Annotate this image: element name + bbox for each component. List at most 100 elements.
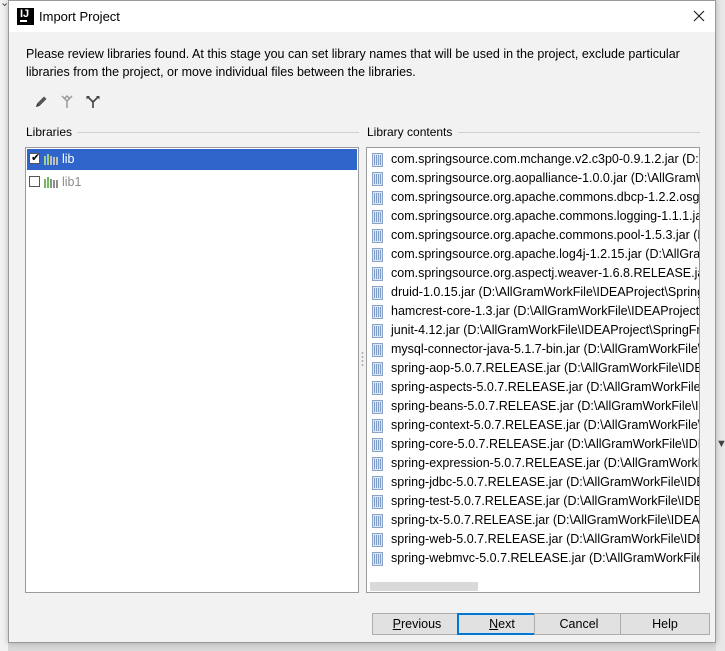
library-item-lib[interactable]: ✔ lib [27,149,357,170]
jar-item[interactable]: com.springsource.org.apache.commons.pool… [371,227,699,246]
jar-item[interactable]: com.springsource.com.mchange.v2.c3p0-0.9… [371,151,699,170]
close-icon [693,10,705,22]
jar-name: mysql-connector-java-5.1.7-bin.jar (D:\A… [391,342,699,356]
library-contents-label: Library contents [367,125,453,139]
title-bar: IJ Import Project [9,1,715,32]
jar-item[interactable]: spring-expression-5.0.7.RELEASE.jar (D:\… [371,455,699,474]
libraries-separator [77,132,359,133]
background-dropdown-icon: ▼ [716,438,725,450]
jar-name: com.springsource.org.aspectj.weaver-1.6.… [391,266,700,280]
previous-label-rest: revious [401,617,442,631]
library-item-lib1[interactable]: lib1 [27,172,357,193]
libraries-label: Libraries [26,125,73,139]
jar-name: spring-expression-5.0.7.RELEASE.jar (D:\… [391,456,699,470]
jar-file-icon [372,153,383,167]
jar-file-icon [372,267,383,281]
jar-name: com.springsource.org.apache.commons.dbcp… [391,190,700,204]
jar-item[interactable]: com.springsource.org.apache.log4j-1.2.15… [371,246,700,265]
jar-file-icon [372,362,383,376]
jar-item[interactable]: spring-aop-5.0.7.RELEASE.jar (D:\AllGram… [371,360,700,379]
jar-item[interactable]: spring-test-5.0.7.RELEASE.jar (D:\AllGra… [371,493,699,512]
jar-name: spring-beans-5.0.7.RELEASE.jar (D:\AllGr… [391,399,699,413]
library-icon [44,177,58,188]
horizontal-scrollbar[interactable] [370,582,478,591]
jar-file-icon [372,400,383,414]
jar-name: com.springsource.org.aopalliance-1.0.0.j… [391,171,699,185]
jar-name: junit-4.12.jar (D:\AllGramWorkFile\IDEAP… [391,323,699,337]
jar-file-icon [372,495,383,509]
merge-button[interactable] [59,94,79,112]
library-name: lib1 [62,175,82,189]
jar-file-icon [372,324,383,338]
jar-file-icon [372,476,383,490]
checkmark-icon: ✔ [31,152,41,164]
description-text: Please review libraries found. At this s… [26,47,680,79]
jar-name: spring-aop-5.0.7.RELEASE.jar (D:\AllGram… [391,361,700,375]
help-button[interactable]: Help [620,613,710,635]
jar-item[interactable]: spring-webmvc-5.0.7.RELEASE.jar (D:\AllG… [371,550,699,569]
jar-file-icon [372,210,383,224]
jar-name: spring-core-5.0.7.RELEASE.jar (D:\AllGra… [391,437,699,451]
jar-file-icon [372,172,383,186]
jar-item[interactable]: spring-aspects-5.0.7.RELEASE.jar (D:\All… [371,379,700,398]
jar-name: spring-tx-5.0.7.RELEASE.jar (D:\AllGramW… [391,513,700,527]
jar-name: com.springsource.com.mchange.v2.c3p0-0.9… [391,152,699,166]
next-label-rest: ext [498,617,515,631]
jar-name: com.springsource.org.apache.commons.logg… [391,209,700,223]
jar-file-icon [372,286,383,300]
library-checkbox-lib[interactable]: ✔ [29,152,41,164]
contents-separator [458,132,700,133]
jar-file-icon [372,514,383,528]
jar-file-icon [372,381,383,395]
jar-name: com.springsource.org.apache.commons.pool… [391,228,699,242]
libraries-list[interactable]: ✔ lib lib1 [25,147,359,593]
library-checkbox-lib1[interactable] [29,176,40,187]
jar-item[interactable]: spring-jdbc-5.0.7.RELEASE.jar (D:\AllGra… [371,474,699,493]
jar-item[interactable]: spring-beans-5.0.7.RELEASE.jar (D:\AllGr… [371,398,699,417]
jar-file-icon [372,343,383,357]
jar-item[interactable]: druid-1.0.15.jar (D:\AllGramWorkFile\IDE… [371,284,699,303]
jar-name: hamcrest-core-1.3.jar (D:\AllGramWorkFil… [391,304,700,318]
jar-item[interactable]: com.springsource.org.aspectj.weaver-1.6.… [371,265,700,284]
previous-button[interactable]: Previous [372,613,462,635]
jar-item[interactable]: com.springsource.org.apache.commons.logg… [371,208,700,227]
jar-item[interactable]: com.springsource.org.aopalliance-1.0.0.j… [371,170,699,189]
jar-file-icon [372,533,383,547]
rename-button[interactable] [33,94,53,112]
jar-item[interactable]: spring-context-5.0.7.RELEASE.jar (D:\All… [371,417,699,436]
jar-name: com.springsource.org.apache.log4j-1.2.15… [391,247,700,261]
dialog-title: Import Project [39,9,120,24]
jar-item[interactable]: junit-4.12.jar (D:\AllGramWorkFile\IDEAP… [371,322,699,341]
jar-file-icon [372,191,383,205]
jar-file-icon [372,248,383,262]
previous-mnemonic: P [392,617,402,631]
jar-name: spring-context-5.0.7.RELEASE.jar (D:\All… [391,418,699,432]
jar-file-icon [372,229,383,243]
splitter-handle[interactable] [361,351,364,367]
intellij-app-icon: IJ [17,8,34,25]
split-icon [86,96,100,108]
jar-file-icon [372,552,383,566]
jar-item[interactable]: spring-tx-5.0.7.RELEASE.jar (D:\AllGramW… [371,512,700,531]
jar-name: druid-1.0.15.jar (D:\AllGramWorkFile\IDE… [391,285,699,299]
jar-item[interactable]: com.springsource.org.apache.commons.dbcp… [371,189,700,208]
jar-item[interactable]: spring-core-5.0.7.RELEASE.jar (D:\AllGra… [371,436,699,455]
jar-list: com.springsource.com.mchange.v2.c3p0-0.9… [371,151,700,569]
jar-name: spring-web-5.0.7.RELEASE.jar (D:\AllGram… [391,532,699,546]
cancel-button[interactable]: Cancel [534,613,624,635]
jar-item[interactable]: hamcrest-core-1.3.jar (D:\AllGramWorkFil… [371,303,700,322]
jar-name: spring-aspects-5.0.7.RELEASE.jar (D:\All… [391,380,700,394]
jar-name: spring-jdbc-5.0.7.RELEASE.jar (D:\AllGra… [391,475,699,489]
next-mnemonic: N [489,617,499,631]
library-contents-list[interactable]: com.springsource.com.mchange.v2.c3p0-0.9… [366,147,700,593]
jar-name: spring-webmvc-5.0.7.RELEASE.jar (D:\AllG… [391,551,699,565]
jar-item[interactable]: mysql-connector-java-5.1.7-bin.jar (D:\A… [371,341,699,360]
jar-file-icon [372,438,383,452]
library-name: lib [62,152,75,166]
import-project-dialog: IJ Import Project Please review librarie… [8,0,716,643]
jar-item[interactable]: spring-web-5.0.7.RELEASE.jar (D:\AllGram… [371,531,699,550]
close-button[interactable] [687,5,711,27]
split-button[interactable] [85,94,105,112]
jar-file-icon [372,305,383,319]
jar-file-icon [372,457,383,471]
